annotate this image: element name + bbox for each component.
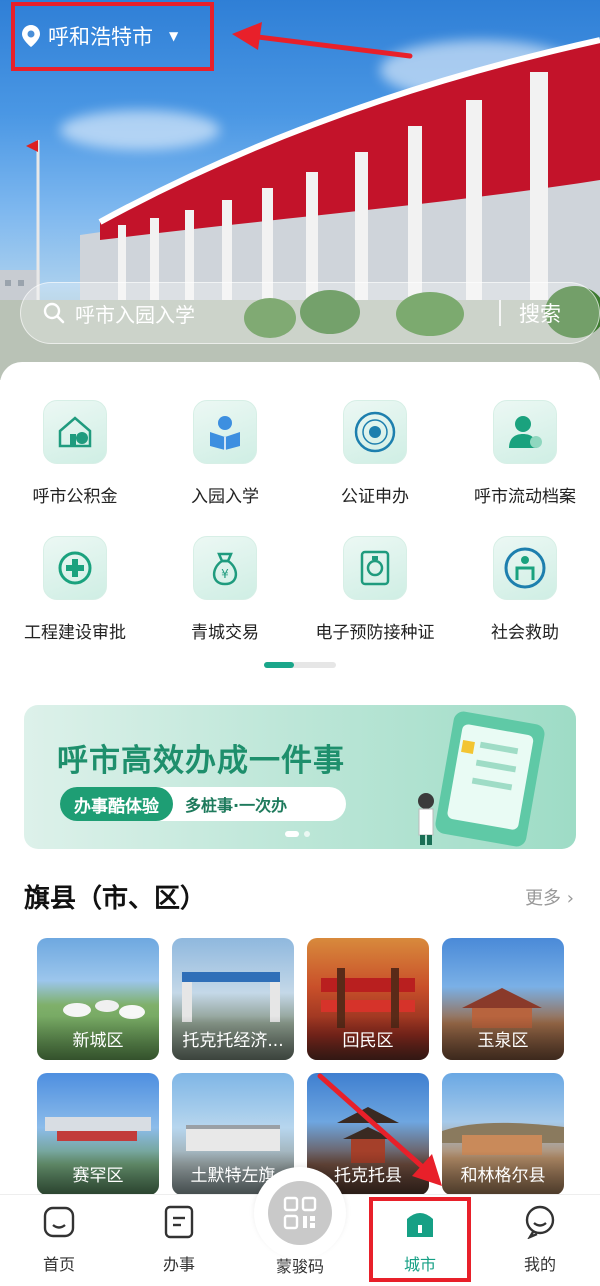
profile-icon <box>525 1205 555 1240</box>
home-icon <box>43 1206 75 1238</box>
banner-badge: 办事酷体验 <box>60 787 173 821</box>
social-aid-icon <box>493 536 557 600</box>
district-label: 赛罕区 <box>37 1151 159 1195</box>
district-card[interactable]: 和林格尔县 <box>442 1073 564 1195</box>
service-label: 社会救助 <box>491 623 559 643</box>
district-card[interactable]: 赛罕区 <box>37 1073 159 1195</box>
banner-phone-illustration <box>418 711 545 847</box>
district-card[interactable]: 新城区 <box>37 938 159 1060</box>
annotation-box-city-tab <box>369 1197 471 1282</box>
service-label: 呼市公积金 <box>32 487 118 507</box>
service-label: 呼市流动档案 <box>474 487 576 507</box>
main-content: 呼市公积金 入园入学 公证申办 呼市流动档案 工程建设审批 ¥ 青城交易 电子预… <box>0 362 600 1286</box>
promo-banner[interactable]: 呼市高效办成一件事 办事酷体验 多桩事·一次办 <box>24 705 576 849</box>
service-item[interactable]: 公证申办 <box>300 400 450 507</box>
tab-label: 我的 <box>523 1255 556 1274</box>
more-label: 更多 <box>525 888 562 909</box>
tab-home[interactable]: 首页 <box>14 1205 104 1275</box>
bottom-tab-bar: 首页 办事 蒙骏码 城市 我的 <box>0 1167 600 1286</box>
service-item[interactable]: 呼市公积金 <box>0 400 150 507</box>
tab-label: 办事 <box>162 1255 195 1274</box>
tab-label: 首页 <box>42 1255 75 1274</box>
districts-more-link[interactable]: 更多 › <box>525 884 574 910</box>
service-item[interactable]: 电子预防接种证 <box>300 536 450 643</box>
service-item[interactable]: 社会救助 <box>450 536 600 643</box>
district-card[interactable]: 回民区 <box>307 938 429 1060</box>
service-item[interactable]: 呼市流动档案 <box>450 400 600 507</box>
document-icon <box>164 1205 194 1239</box>
reading-student-icon <box>193 400 257 464</box>
tab-qr-code[interactable]: 蒙骏码 <box>254 1167 346 1277</box>
district-label: 和林格尔县 <box>442 1151 564 1195</box>
service-label: 电子预防接种证 <box>315 623 435 643</box>
banner-page-indicator <box>285 831 310 837</box>
svg-text:¥: ¥ <box>221 567 229 581</box>
vaccine-certificate-icon <box>343 536 407 600</box>
search-bar[interactable]: 呼市入园入学 搜索 <box>20 282 600 344</box>
service-item[interactable]: 工程建设审批 <box>0 536 150 643</box>
district-label: 玉泉区 <box>442 1016 564 1060</box>
chevron-right-icon: › <box>566 888 574 909</box>
tab-services[interactable]: 办事 <box>134 1205 224 1275</box>
grid-page-indicator <box>264 662 336 668</box>
qr-code-icon <box>283 1196 317 1230</box>
district-label: 托克托经济... <box>172 1016 294 1060</box>
annotation-arrow-city <box>232 22 413 59</box>
qr-code-button[interactable] <box>254 1167 346 1259</box>
district-label: 回民区 <box>307 1016 429 1060</box>
banner-slogan: 多桩事·一次办 <box>185 796 288 815</box>
search-button[interactable]: 搜索 <box>501 298 599 328</box>
service-label: 青城交易 <box>191 623 259 643</box>
district-card[interactable]: 玉泉区 <box>442 938 564 1060</box>
money-bag-icon: ¥ <box>193 536 257 600</box>
districts-title: 旗县（市、区） <box>24 884 207 914</box>
search-input[interactable]: 呼市入园入学 <box>75 299 499 328</box>
plus-circle-icon <box>43 536 107 600</box>
service-item[interactable]: ¥ 青城交易 <box>150 536 300 643</box>
service-label: 入园入学 <box>191 487 259 507</box>
district-card[interactable]: 托克托经济... <box>172 938 294 1060</box>
service-label: 工程建设审批 <box>24 623 126 643</box>
notary-seal-icon <box>343 400 407 464</box>
banner-pill: 办事酷体验 多桩事·一次办 <box>60 787 346 821</box>
house-fund-icon <box>43 400 107 464</box>
service-label: 公证申办 <box>341 487 409 507</box>
service-item[interactable]: 入园入学 <box>150 400 300 507</box>
banner-title: 呼市高效办成一件事 <box>57 743 345 779</box>
tab-mine[interactable]: 我的 <box>495 1205 585 1275</box>
person-profile-icon <box>493 400 557 464</box>
search-icon <box>43 302 65 324</box>
district-label: 新城区 <box>37 1016 159 1060</box>
